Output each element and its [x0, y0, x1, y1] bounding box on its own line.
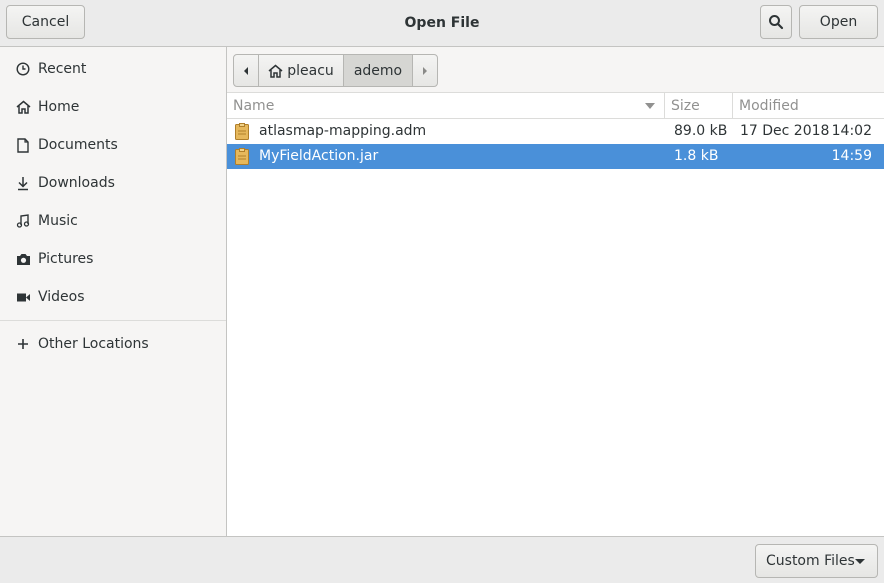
sidebar-item-label: Pictures — [38, 251, 94, 267]
column-header-size[interactable]: Size — [665, 93, 733, 119]
sidebar-item-pictures[interactable]: Pictures — [0, 240, 226, 278]
header-bar: Open File Cancel Open — [0, 0, 884, 47]
clock-icon — [14, 60, 32, 78]
file-name: atlasmap-mapping.adm — [259, 123, 427, 139]
file-time: 14:02 — [831, 123, 872, 139]
chevron-left-icon — [244, 66, 248, 75]
archive-file-icon — [235, 123, 249, 140]
chevron-down-icon — [855, 559, 865, 564]
file-size: 1.8 kB — [674, 148, 719, 164]
sidebar-separator — [0, 320, 226, 321]
cancel-button[interactable]: Cancel — [6, 5, 85, 39]
sidebar-item-label: Other Locations — [38, 336, 149, 352]
camera-icon — [14, 250, 32, 268]
path-segment-label: ademo — [353, 62, 403, 79]
file-name: MyFieldAction.jar — [259, 148, 379, 164]
sidebar-item-documents[interactable]: Documents — [0, 126, 226, 164]
filter-label: Custom Files — [766, 553, 855, 569]
file-filter-dropdown[interactable]: Custom Files — [755, 544, 878, 578]
column-header-row: Name Size Modified — [227, 93, 884, 119]
sort-descending-icon — [645, 103, 655, 109]
plus-icon — [14, 335, 32, 353]
column-header-modified[interactable]: Modified — [733, 93, 884, 119]
sidebar-item-downloads[interactable]: Downloads — [0, 164, 226, 202]
column-header-name[interactable]: Name — [227, 93, 665, 119]
path-bar: pleacu ademo — [227, 47, 884, 93]
archive-file-icon — [235, 148, 249, 165]
places-sidebar: Recent Home Documents Downloads Music Pi… — [0, 47, 227, 536]
search-icon — [769, 15, 784, 30]
search-button[interactable] — [760, 5, 792, 39]
file-date: 17 Dec 2018 — [740, 123, 830, 139]
sidebar-item-videos[interactable]: Videos — [0, 278, 226, 316]
sidebar-item-label: Music — [38, 213, 78, 229]
file-size: 89.0 kB — [674, 123, 728, 139]
file-list[interactable]: Name Size Modified atlasmap-mapping.adm … — [227, 93, 884, 536]
sidebar-item-music[interactable]: Music — [0, 202, 226, 240]
sidebar-item-label: Recent — [38, 61, 87, 77]
download-icon — [14, 174, 32, 192]
open-button[interactable]: Open — [799, 5, 878, 39]
chevron-right-icon — [423, 66, 427, 75]
document-icon — [14, 136, 32, 154]
path-segment-home[interactable]: pleacu — [258, 54, 344, 87]
sidebar-item-home[interactable]: Home — [0, 88, 226, 126]
footer-bar: Custom Files — [0, 536, 884, 583]
sidebar-item-label: Videos — [38, 289, 85, 305]
sidebar-item-other-locations[interactable]: Other Locations — [0, 325, 226, 363]
sidebar-item-recent[interactable]: Recent — [0, 50, 226, 88]
video-icon — [14, 288, 32, 306]
home-icon — [14, 98, 32, 116]
path-segment-label: pleacu — [287, 62, 334, 79]
music-icon — [14, 212, 32, 230]
file-time: 14:59 — [831, 148, 872, 164]
sidebar-item-label: Home — [38, 99, 80, 115]
path-scroll-right-button[interactable] — [412, 54, 438, 87]
path-segment-current[interactable]: ademo — [343, 54, 413, 87]
path-scroll-left-button[interactable] — [233, 54, 259, 87]
home-icon — [268, 64, 283, 78]
dialog-title: Open File — [404, 15, 480, 31]
file-row[interactable]: atlasmap-mapping.adm 89.0 kB 17 Dec 2018… — [227, 119, 884, 144]
file-row-selected[interactable]: MyFieldAction.jar 1.8 kB 14:59 — [227, 144, 884, 169]
sidebar-item-label: Documents — [38, 137, 118, 153]
sidebar-item-label: Downloads — [38, 175, 115, 191]
